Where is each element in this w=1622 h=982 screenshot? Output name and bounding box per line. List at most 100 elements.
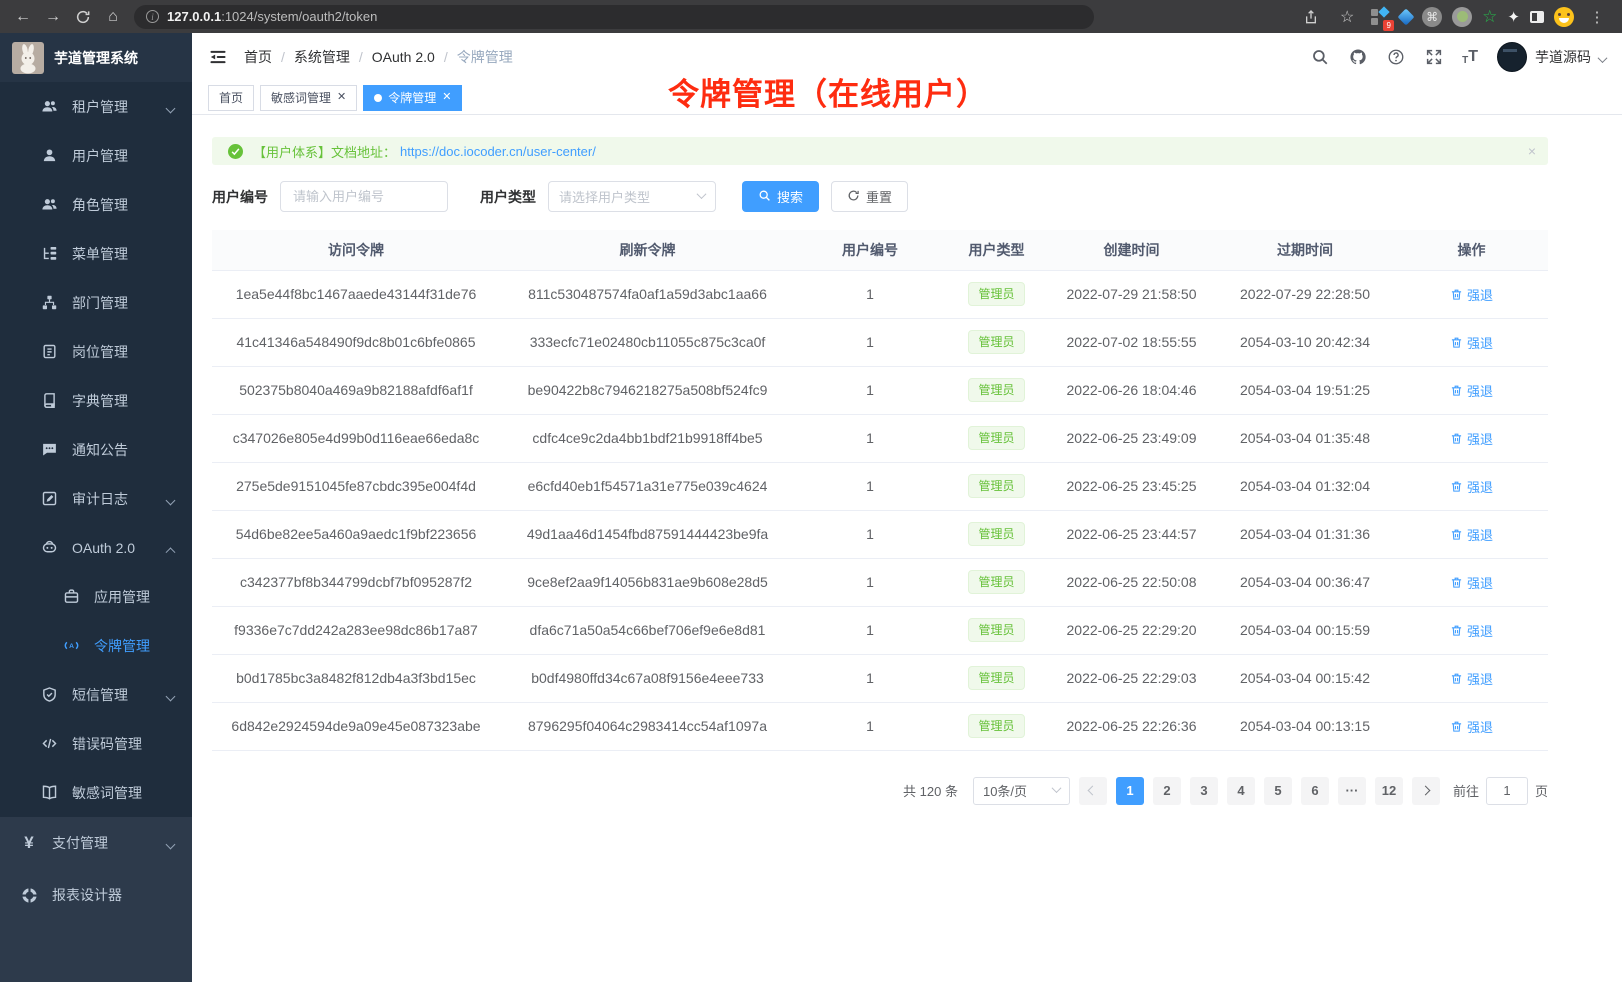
- app-logo[interactable]: 芋道管理系统: [0, 33, 192, 82]
- emoji-extension-icon[interactable]: [1554, 7, 1574, 27]
- page-button[interactable]: 12: [1375, 777, 1403, 805]
- search-icon[interactable]: [1310, 48, 1329, 67]
- force-logout-button[interactable]: 强退: [1450, 573, 1493, 592]
- sidebar-item[interactable]: 菜单管理: [0, 229, 192, 278]
- breadcrumb-item[interactable]: OAuth 2.0: [350, 49, 435, 65]
- created-time-cell: 2022-06-26 18:04:46: [1048, 366, 1215, 414]
- sidebar-item[interactable]: 用户管理: [0, 131, 192, 180]
- sidebar-item[interactable]: 应用管理: [0, 572, 192, 621]
- sidebar-item[interactable]: 角色管理: [0, 180, 192, 229]
- sidebar-collapse-icon[interactable]: [208, 47, 228, 67]
- breadcrumb-item[interactable]: 令牌管理: [435, 47, 513, 67]
- bookmark-star-icon[interactable]: ☆: [1334, 4, 1360, 30]
- font-size-icon[interactable]: TT: [1462, 48, 1478, 66]
- user-menu[interactable]: 芋道源码: [1497, 42, 1606, 72]
- close-icon[interactable]: ×: [1528, 143, 1536, 159]
- access-token-cell: 6d842e2924594de9a09e45e087323abe: [212, 702, 500, 750]
- force-logout-button[interactable]: 强退: [1450, 525, 1493, 544]
- expire-time-cell: 2054-03-04 19:51:25: [1215, 366, 1395, 414]
- delete-icon: [1450, 576, 1463, 589]
- page-size-select[interactable]: 10条/页: [973, 777, 1070, 805]
- sidebar-item[interactable]: 部门管理: [0, 278, 192, 327]
- user-type-label: 用户类型: [480, 187, 536, 207]
- action-cell: 强退: [1395, 510, 1548, 558]
- doc-link[interactable]: https://doc.iocoder.cn/user-center/: [400, 144, 596, 159]
- tab[interactable]: 敏感词管理 ✕: [260, 85, 357, 111]
- page-button[interactable]: 2: [1153, 777, 1181, 805]
- search-icon: [758, 189, 771, 205]
- sidebar-item[interactable]: 字典管理: [0, 376, 192, 425]
- star-extension-icon[interactable]: ☆: [1482, 7, 1497, 27]
- force-logout-button[interactable]: 强退: [1450, 333, 1493, 352]
- record-extension-icon[interactable]: [1452, 7, 1472, 27]
- code-icon: [40, 735, 58, 753]
- share-icon[interactable]: [1298, 4, 1324, 30]
- sidebar-item[interactable]: ¥ 支付管理: [0, 817, 192, 869]
- side-panel-icon[interactable]: [1530, 11, 1544, 23]
- delete-icon: [1450, 672, 1463, 685]
- force-logout-button[interactable]: 强退: [1450, 381, 1493, 400]
- command-extension-icon[interactable]: ⌘: [1422, 7, 1442, 27]
- force-logout-button[interactable]: 强退: [1450, 429, 1493, 448]
- page-button[interactable]: 1: [1116, 777, 1144, 805]
- search-button[interactable]: 搜索: [742, 181, 819, 212]
- sidebar-item[interactable]: A 令牌管理: [0, 621, 192, 670]
- browser-forward-icon[interactable]: →: [40, 4, 66, 30]
- sparkle-extension-icon[interactable]: ✦: [1507, 8, 1520, 26]
- browser-back-icon[interactable]: ←: [10, 4, 36, 30]
- sidebar-item[interactable]: 报表设计器: [0, 869, 192, 921]
- doc-banner: 【用户体系】文档地址： https://doc.iocoder.cn/user-…: [212, 137, 1548, 165]
- refresh-token-cell: b0df4980ffd34c67a08f9156e4eee733: [500, 654, 795, 702]
- created-time-cell: 2022-06-25 22:29:03: [1048, 654, 1215, 702]
- force-logout-button[interactable]: 强退: [1450, 717, 1493, 736]
- page-button[interactable]: 4: [1227, 777, 1255, 805]
- browser-reload-icon[interactable]: [70, 4, 96, 30]
- tab[interactable]: 首页 ✕: [208, 85, 254, 111]
- fullscreen-icon[interactable]: [1424, 48, 1443, 67]
- access-token-cell: 275e5de9151045fe87cbdc395e004f4d: [212, 462, 500, 510]
- sidebar-item-label: 部门管理: [72, 293, 128, 313]
- goto-page-input[interactable]: [1486, 777, 1528, 805]
- sidebar-item[interactable]: 敏感词管理: [0, 768, 192, 817]
- page-button[interactable]: 3: [1190, 777, 1218, 805]
- sidebar-item[interactable]: 租户管理: [0, 82, 192, 131]
- sidebar: 芋道管理系统 租户管理 用户管理 角色管理: [0, 33, 192, 982]
- site-info-icon[interactable]: i: [146, 10, 159, 23]
- sidebar-item[interactable]: 岗位管理: [0, 327, 192, 376]
- close-icon[interactable]: ✕: [337, 92, 346, 103]
- page-button[interactable]: ···: [1338, 777, 1366, 805]
- help-icon[interactable]: [1386, 48, 1405, 67]
- gem-extension-icon[interactable]: [1398, 8, 1415, 25]
- sidebar-item[interactable]: 审计日志: [0, 474, 192, 523]
- user-type-tag: 管理员: [968, 426, 1024, 450]
- prev-page-button[interactable]: [1079, 777, 1107, 805]
- sidebar-item[interactable]: 通知公告: [0, 425, 192, 474]
- force-logout-button[interactable]: 强退: [1450, 285, 1493, 304]
- report-icon: [20, 886, 38, 904]
- github-icon[interactable]: [1348, 48, 1367, 67]
- user-type-select[interactable]: 请选择用户类型: [548, 181, 716, 212]
- reset-button[interactable]: 重置: [831, 181, 908, 212]
- force-logout-button[interactable]: 强退: [1450, 669, 1493, 688]
- page-button[interactable]: 5: [1264, 777, 1292, 805]
- force-logout-button[interactable]: 强退: [1450, 477, 1493, 496]
- close-icon[interactable]: ✕: [442, 92, 451, 103]
- expire-time-cell: 2054-03-04 00:15:59: [1215, 606, 1395, 654]
- force-logout-button[interactable]: 强退: [1450, 621, 1493, 640]
- sidebar-item[interactable]: 错误码管理: [0, 719, 192, 768]
- next-page-button[interactable]: [1412, 777, 1440, 805]
- tab[interactable]: 令牌管理 ✕: [363, 85, 462, 111]
- browser-menu-icon[interactable]: ⋮: [1584, 4, 1610, 30]
- breadcrumb-item[interactable]: 首页: [244, 47, 272, 67]
- extensions-icon[interactable]: 9: [1370, 7, 1390, 27]
- column-header: 刷新令牌: [500, 230, 795, 270]
- sidebar-item[interactable]: OAuth 2.0: [0, 523, 192, 572]
- sidebar-item[interactable]: 短信管理: [0, 670, 192, 719]
- address-bar[interactable]: i 127.0.0.1:1024/system/oauth2/token: [134, 5, 1094, 29]
- browser-home-icon[interactable]: ⌂: [100, 4, 126, 30]
- page-button[interactable]: 6: [1301, 777, 1329, 805]
- expire-time-cell: 2054-03-04 00:13:15: [1215, 702, 1395, 750]
- user-id-input[interactable]: [280, 181, 448, 212]
- breadcrumb: 首页 系统管理 OAuth 2.0 令牌管理: [244, 47, 513, 67]
- breadcrumb-item[interactable]: 系统管理: [272, 47, 350, 67]
